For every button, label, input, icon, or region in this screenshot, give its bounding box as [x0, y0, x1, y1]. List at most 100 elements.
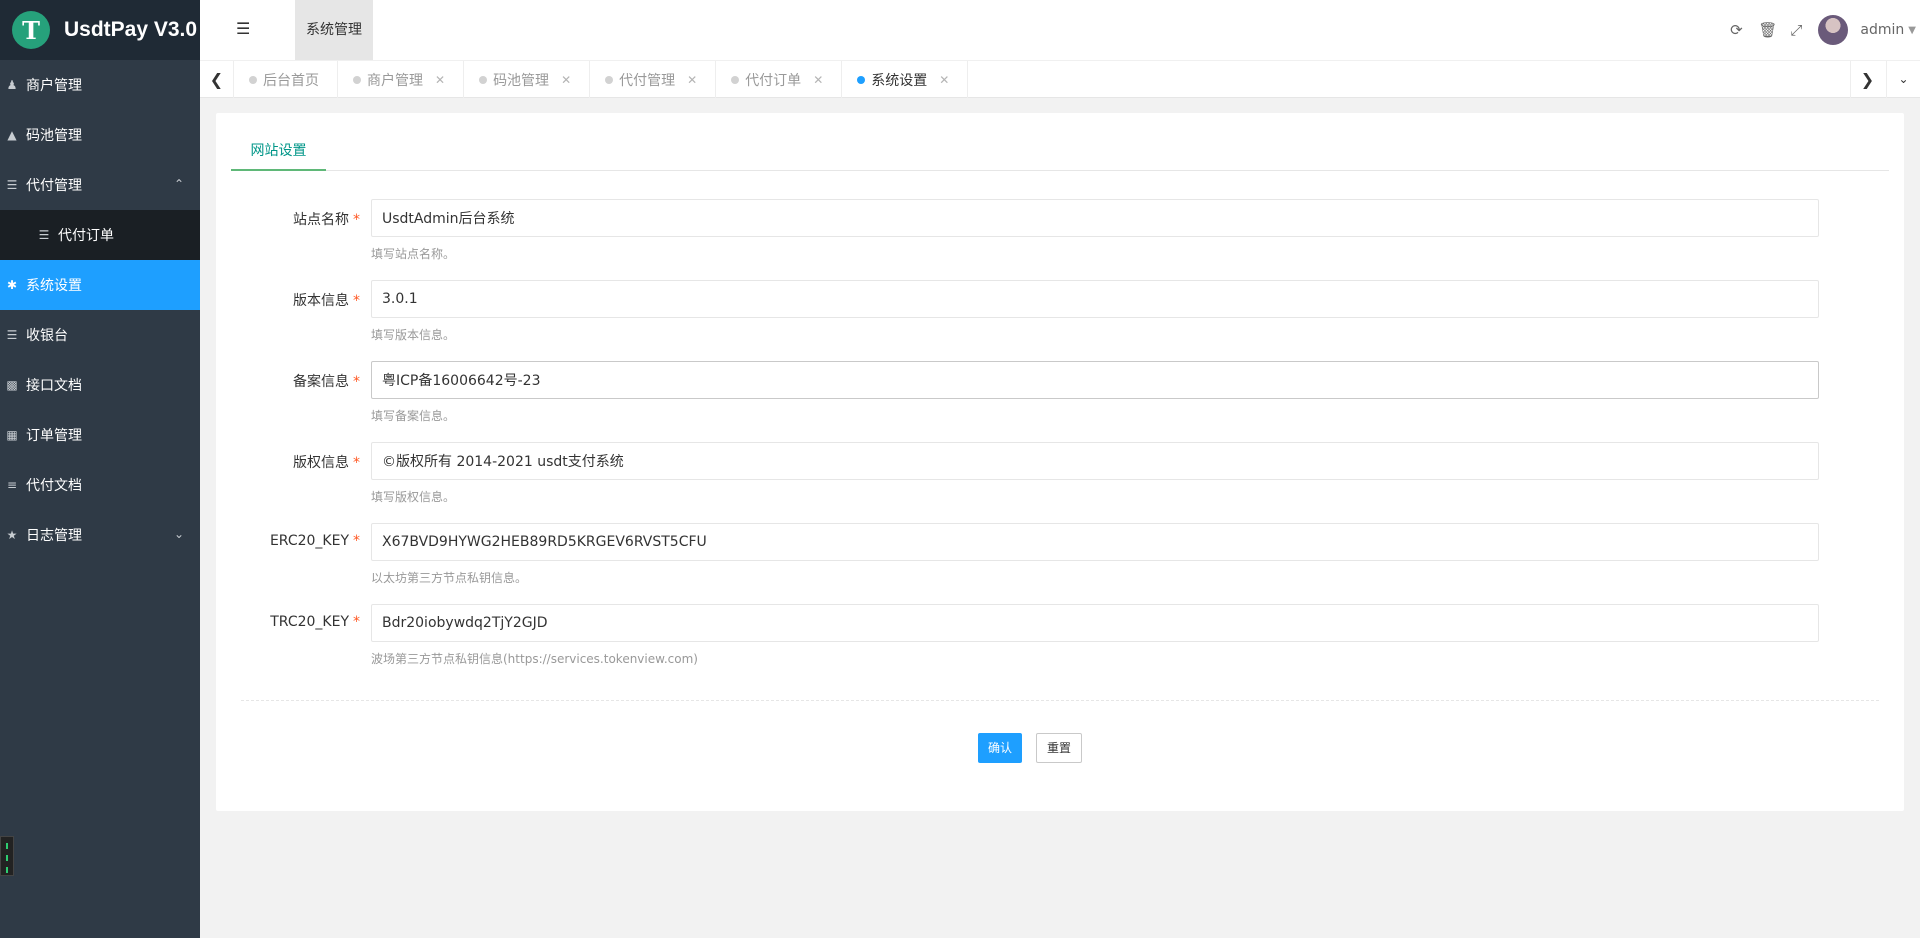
- sidebar-widget[interactable]: [0, 836, 14, 876]
- tab-payout[interactable]: 代付管理 ✕: [590, 61, 717, 98]
- sidebar: T UsdtPay V3.0 ♟ 商户管理 ▲ 码池管理 ☰ 代付管理 ⌃ ☰ …: [0, 0, 200, 938]
- tab-dot: [605, 75, 614, 84]
- sidebar-item-payout[interactable]: ☰ 代付管理 ⌃: [0, 160, 200, 210]
- field-label: TRC20_KEY *: [216, 614, 360, 630]
- tab-merchant[interactable]: 商户管理 ✕: [338, 61, 465, 98]
- user-icon: ♟: [6, 78, 18, 92]
- sidebar-item-label: 系统设置: [26, 278, 82, 294]
- field-help: 填写备案信息。: [371, 409, 456, 423]
- settings-tab-bar: 网站设置: [231, 131, 1889, 171]
- sidebar-item-cashier[interactable]: ☰ 收银台: [0, 310, 200, 360]
- header-nav-system[interactable]: 系统管理: [295, 0, 373, 60]
- refresh-icon[interactable]: ⟳: [1728, 21, 1744, 39]
- field-label-text: 版权信息: [293, 455, 349, 471]
- sidebar-item-system-settings[interactable]: ✱ 系统设置: [0, 260, 200, 310]
- tree-icon: ★: [6, 528, 18, 542]
- tab-bar: ❮ 后台首页 商户管理 ✕ 码池管理 ✕ 代付管理 ✕ 代付订单 ✕ 系统设置: [200, 60, 1920, 98]
- tab-label: 系统设置: [871, 72, 928, 89]
- tab-label: 商户管理: [367, 72, 423, 89]
- close-icon[interactable]: ✕: [813, 73, 823, 87]
- required-mark: *: [353, 212, 360, 228]
- chevron-down-icon: ⌄: [173, 527, 184, 541]
- tab-dashboard[interactable]: 后台首页: [234, 61, 338, 98]
- field-help: 波场第三方节点私钥信息(https://services.tokenview.c…: [371, 652, 698, 666]
- sidebar-item-payout-orders[interactable]: ☰ 代付订单: [0, 210, 200, 260]
- tab-menu-chevron-down-icon[interactable]: ⌄: [1886, 61, 1920, 98]
- sidebar-item-label: 商户管理: [26, 78, 82, 94]
- sidebar-item-order-management[interactable]: ▦ 订单管理: [0, 410, 200, 460]
- tab-label: 后台首页: [263, 72, 319, 89]
- copyright-input[interactable]: [371, 442, 1819, 480]
- sidebar-item-merchant[interactable]: ♟ 商户管理: [0, 60, 200, 110]
- tab-code-pool[interactable]: 码池管理 ✕: [464, 61, 591, 98]
- field-help: 填写站点名称。: [371, 247, 456, 261]
- site-name-input[interactable]: [371, 199, 1819, 237]
- icp-input[interactable]: [371, 361, 1819, 399]
- tab-scroll-left-icon[interactable]: ❮: [200, 61, 234, 98]
- caret-down-icon[interactable]: ▼: [1908, 25, 1916, 36]
- field-label: 版权信息 *: [216, 452, 360, 472]
- field-label-text: 站点名称: [293, 212, 349, 228]
- trash-icon[interactable]: 🗑: [1758, 21, 1777, 39]
- tab-label: 代付管理: [619, 72, 676, 89]
- avatar[interactable]: [1818, 15, 1849, 45]
- field-help: 以太坊第三方节点私钥信息。: [371, 571, 528, 585]
- tab-dot: [857, 75, 866, 84]
- reset-button[interactable]: 重置: [1036, 733, 1082, 763]
- field-label: 备案信息 *: [216, 371, 360, 391]
- field-label-text: 版本信息: [293, 293, 349, 309]
- tab-list: 后台首页 商户管理 ✕ 码池管理 ✕ 代付管理 ✕ 代付订单 ✕ 系统设置 ✕: [234, 61, 969, 98]
- tab-payout-orders[interactable]: 代付订单 ✕: [716, 61, 843, 98]
- book-icon: ▩: [6, 378, 18, 392]
- required-mark: *: [353, 374, 360, 390]
- close-icon[interactable]: ✕: [561, 73, 571, 87]
- field-label-text: TRC20_KEY: [270, 614, 349, 630]
- field-label: ERC20_KEY *: [216, 533, 360, 549]
- fullscreen-icon[interactable]: ⤢: [1788, 21, 1804, 39]
- tab-dot: [249, 75, 257, 84]
- list-icon: ☰: [6, 178, 18, 192]
- gear-icon: ✱: [6, 278, 18, 292]
- sidebar-item-label: 代付管理: [26, 178, 82, 194]
- sidebar-submenu: ☰ 代付订单: [0, 210, 200, 260]
- tab-scroll-right-icon[interactable]: ❯: [1850, 61, 1884, 98]
- list-icon: ☰: [38, 228, 50, 242]
- required-mark: *: [353, 614, 360, 630]
- sidebar-item-log-management[interactable]: ★ 日志管理 ⌄: [0, 510, 200, 560]
- sidebar-menu: ♟ 商户管理 ▲ 码池管理 ☰ 代付管理 ⌃ ☰ 代付订单 ✱ 系统设置 ☰ 收…: [0, 60, 200, 560]
- close-icon[interactable]: ✕: [435, 73, 445, 87]
- close-icon[interactable]: ✕: [687, 73, 697, 87]
- erc20-key-input[interactable]: [371, 523, 1819, 561]
- tab-site-settings[interactable]: 网站设置: [231, 131, 326, 171]
- field-help: 填写版权信息。: [371, 490, 456, 504]
- list-icon: ☰: [6, 328, 18, 342]
- tab-dot: [731, 75, 740, 84]
- sidebar-item-api-docs[interactable]: ▩ 接口文档: [0, 360, 200, 410]
- trc20-key-input[interactable]: [371, 604, 1819, 642]
- form-divider: [241, 700, 1879, 701]
- android-icon: ▲: [7, 128, 17, 142]
- close-icon[interactable]: ✕: [939, 73, 949, 87]
- required-mark: *: [353, 455, 360, 471]
- confirm-button[interactable]: 确认: [978, 733, 1022, 763]
- field-label: 站点名称 *: [216, 209, 360, 229]
- sidebar-item-code-pool[interactable]: ▲ 码池管理: [0, 110, 200, 160]
- header: ☰ 系统管理 ⟳ 🗑 ⤢ admin ▼: [200, 0, 1920, 60]
- field-label-text: ERC20_KEY: [269, 533, 349, 549]
- field-help: 填写版本信息。: [371, 328, 456, 342]
- logo[interactable]: T UsdtPay V3.0: [0, 0, 200, 60]
- align-left-icon: ≡: [6, 478, 18, 492]
- sidebar-item-payout-docs[interactable]: ≡ 代付文档: [0, 460, 200, 510]
- chevron-up-icon: ⌃: [173, 177, 184, 191]
- menu-toggle-icon[interactable]: ☰: [236, 20, 254, 38]
- required-mark: *: [353, 293, 360, 309]
- settings-card: 网站设置 站点名称* 填写站点名称。 版本信息* 填写版本信息。 备案信息* 填…: [216, 113, 1904, 811]
- sidebar-item-label: 接口文档: [26, 378, 82, 394]
- sidebar-item-label: 代付订单: [58, 228, 114, 244]
- tab-label: 代付订单: [745, 72, 802, 89]
- version-input[interactable]: [371, 280, 1819, 318]
- user-name[interactable]: admin: [1860, 22, 1904, 38]
- sidebar-item-label: 代付文档: [26, 478, 82, 494]
- header-tools: ⟳ 🗑 ⤢ admin ▼: [1728, 0, 1920, 60]
- tab-system-settings[interactable]: 系统设置 ✕: [842, 61, 969, 98]
